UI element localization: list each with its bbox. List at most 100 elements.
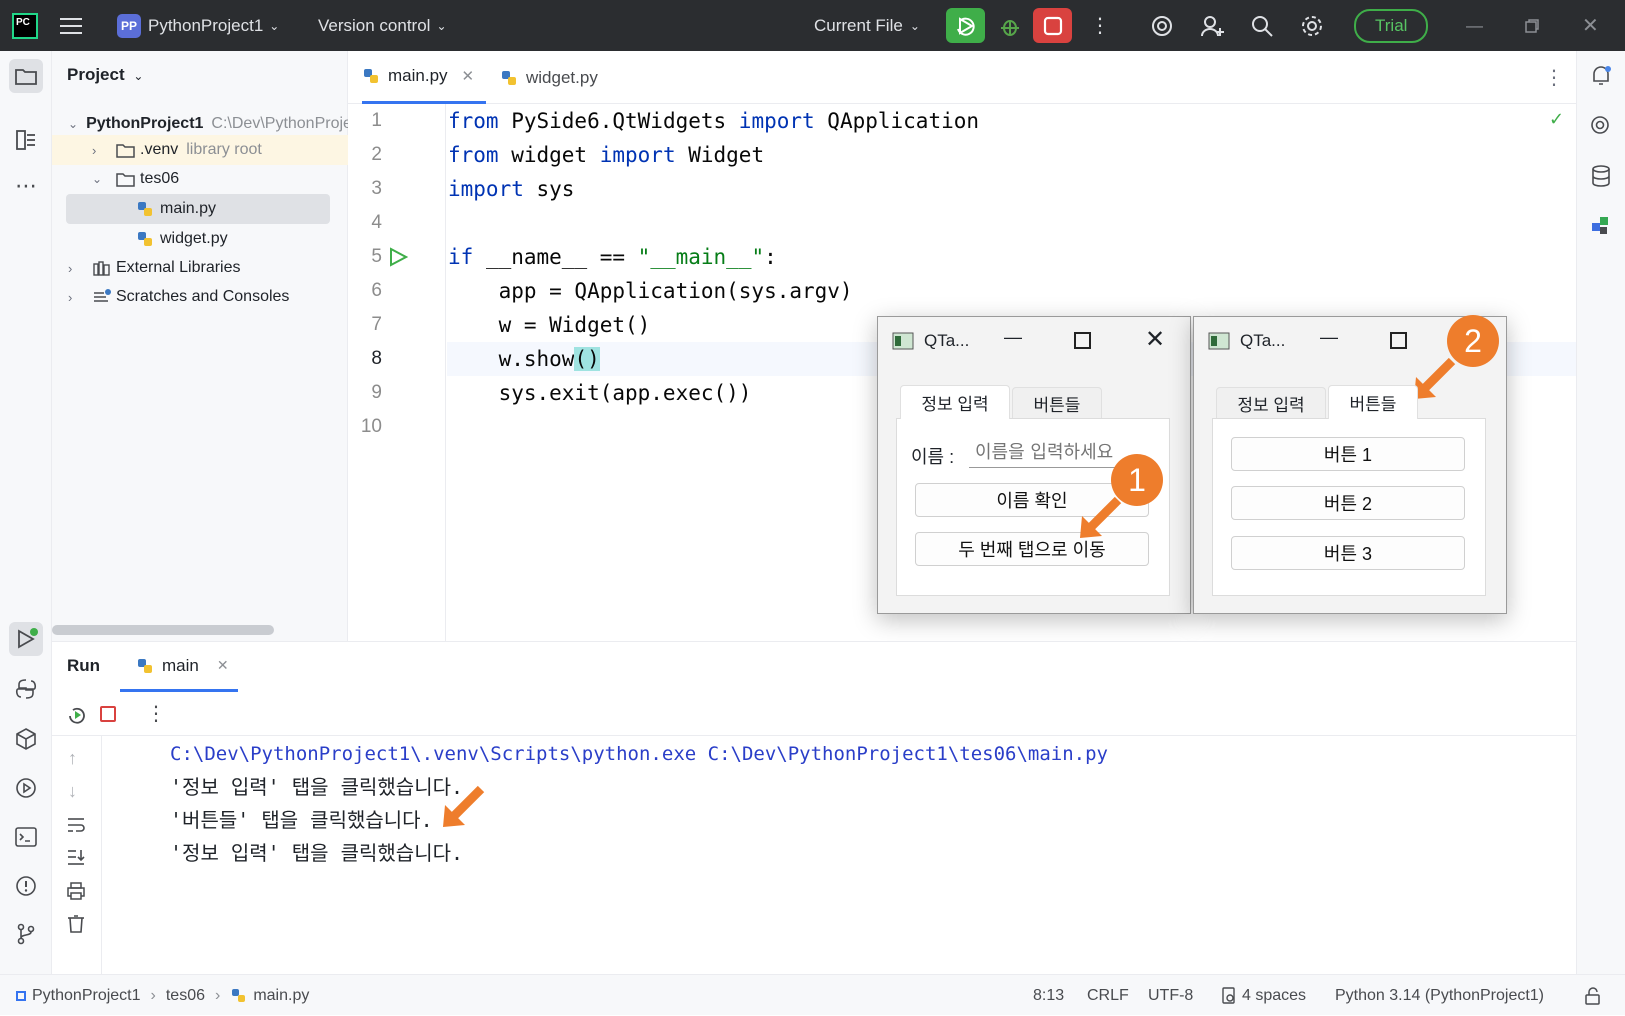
- rerun-button[interactable]: [946, 8, 985, 43]
- python-packages-icon[interactable]: [9, 722, 43, 756]
- tab-info-input[interactable]: 정보 입력: [1216, 387, 1326, 419]
- tree-item-tes06[interactable]: ⌄ tes06: [52, 164, 348, 194]
- tab-info-input[interactable]: 정보 입력: [900, 385, 1010, 419]
- restore-icon[interactable]: [1524, 0, 1540, 51]
- annotation-arrow-icon: [443, 785, 485, 827]
- tab-options-icon[interactable]: ⋮: [1544, 51, 1564, 104]
- tree-item-scratches[interactable]: › Scratches and Consoles: [52, 282, 348, 312]
- close-icon[interactable]: ✕: [217, 657, 229, 674]
- button-3[interactable]: 버튼 3: [1231, 536, 1465, 570]
- structure-tool-icon[interactable]: [9, 123, 43, 157]
- search-icon[interactable]: [1250, 0, 1274, 51]
- python-file-icon: [232, 988, 246, 1002]
- caret-position[interactable]: 8:13: [1033, 975, 1064, 1016]
- services-icon[interactable]: [9, 771, 43, 805]
- pycharm-logo: PC: [12, 0, 38, 51]
- run-config-selector[interactable]: Current File ⌄: [814, 0, 920, 51]
- problems-icon[interactable]: [9, 869, 43, 903]
- arrow-up-icon[interactable]: ↑: [68, 748, 77, 769]
- project-tool-icon[interactable]: [9, 59, 43, 93]
- stop-button[interactable]: [1033, 8, 1072, 43]
- soft-wrap-icon[interactable]: [66, 816, 86, 839]
- button-label: 버튼 1: [1323, 445, 1373, 465]
- button-label: 이름 확인: [996, 491, 1068, 511]
- notifications-icon[interactable]: [1584, 59, 1618, 93]
- more-options-icon[interactable]: ⋮: [146, 701, 166, 726]
- tab-label: widget.py: [526, 67, 598, 87]
- ai-chat-icon[interactable]: [1584, 109, 1618, 143]
- tab-widget-py[interactable]: widget.py: [500, 51, 598, 104]
- more-tools-icon[interactable]: ⋯: [9, 169, 43, 203]
- minimize-icon[interactable]: —: [1466, 0, 1483, 51]
- git-icon[interactable]: [9, 917, 43, 951]
- main-menu-icon[interactable]: [60, 0, 84, 51]
- editor-tabs: main.py ✕ widget.py ⋮: [348, 51, 1576, 104]
- stop-icon[interactable]: [100, 706, 116, 722]
- maximize-icon[interactable]: [1390, 332, 1407, 349]
- run-tab-main[interactable]: main ✕: [120, 642, 238, 692]
- database-icon[interactable]: [1584, 159, 1618, 193]
- project-switcher[interactable]: PP PythonProject1 ⌄: [117, 0, 279, 51]
- chevron-right-icon: ›: [68, 289, 73, 305]
- project-panel-header[interactable]: Project ⌄: [67, 65, 143, 85]
- rerun-icon[interactable]: [66, 704, 88, 731]
- maximize-icon[interactable]: [1074, 332, 1091, 349]
- tab-buttons[interactable]: 버튼들: [1328, 385, 1418, 419]
- trial-button[interactable]: Trial: [1354, 0, 1429, 51]
- gear-icon[interactable]: [1300, 0, 1324, 51]
- tree-item-label: main.py: [160, 200, 217, 217]
- trash-icon[interactable]: [66, 914, 86, 939]
- project-panel-title: Project: [67, 65, 125, 84]
- qt-tab-pane: 이름 : 이름 확인 두 번째 탭으로 이동: [896, 418, 1170, 596]
- python-console-icon[interactable]: [9, 672, 43, 706]
- tree-item-label: tes06: [140, 170, 180, 187]
- indent-setting[interactable]: 4 spaces: [1220, 975, 1306, 1016]
- tab-main-py[interactable]: main.py ✕: [362, 51, 487, 104]
- arrow-down-icon[interactable]: ↓: [68, 781, 77, 802]
- breadcrumb-item[interactable]: PythonProject1: [32, 987, 141, 1005]
- tree-item-widget-py[interactable]: widget.py: [52, 224, 348, 254]
- folder-icon: [116, 144, 135, 158]
- close-icon[interactable]: ✕: [1145, 325, 1165, 354]
- scroll-to-end-icon[interactable]: [66, 848, 86, 871]
- line-separator[interactable]: CRLF: [1087, 975, 1129, 1016]
- code-line-6: app = QApplication(sys.argv): [448, 279, 853, 303]
- close-icon[interactable]: ✕: [462, 67, 475, 85]
- plugin-icon[interactable]: [1584, 209, 1618, 243]
- tree-item-external-libraries[interactable]: › External Libraries: [52, 253, 348, 283]
- tree-item-main-py[interactable]: main.py: [66, 194, 330, 224]
- chevron-down-icon: ⌄: [436, 18, 447, 33]
- add-user-icon[interactable]: [1200, 0, 1226, 51]
- module-icon: [16, 990, 26, 1001]
- tab-label: 정보 입력: [1237, 396, 1305, 415]
- bug-icon: [1000, 19, 1019, 36]
- console-line: '정보 입력' 탭을 클릭했습니다.: [170, 841, 464, 865]
- tab-buttons[interactable]: 버튼들: [1012, 387, 1102, 419]
- file-encoding[interactable]: UTF-8: [1148, 975, 1193, 1016]
- close-icon[interactable]: ✕: [1582, 0, 1599, 51]
- project-badge: PP: [117, 13, 141, 38]
- debug-button[interactable]: [990, 8, 1029, 43]
- indent-label: 4 spaces: [1242, 986, 1307, 1004]
- breadcrumb-item[interactable]: main.py: [253, 987, 309, 1005]
- button-1[interactable]: 버튼 1: [1231, 437, 1465, 471]
- horizontal-scrollbar[interactable]: [52, 625, 274, 635]
- python-interpreter[interactable]: Python 3.14 (PythonProject1): [1335, 975, 1544, 1016]
- more-actions-icon[interactable]: ⋮: [1090, 0, 1110, 51]
- minimize-icon[interactable]: —: [1004, 327, 1022, 348]
- terminal-icon[interactable]: [9, 820, 43, 854]
- minimize-icon[interactable]: —: [1320, 327, 1338, 348]
- button-2[interactable]: 버튼 2: [1231, 486, 1465, 520]
- run-panel-title: Run: [67, 656, 101, 675]
- print-icon[interactable]: [66, 882, 86, 905]
- name-label: 이름 :: [911, 447, 955, 467]
- tab-label: 버튼들: [1033, 396, 1081, 415]
- lock-icon[interactable]: [1584, 975, 1602, 1016]
- breadcrumb-item[interactable]: tes06: [166, 987, 205, 1005]
- python-file-icon: [364, 69, 378, 83]
- ai-assistant-icon[interactable]: [1150, 0, 1174, 51]
- annotation-arrow-icon: [1414, 357, 1456, 399]
- version-control-menu[interactable]: Version control ⌄: [318, 0, 447, 51]
- run-tool-icon[interactable]: [9, 622, 43, 656]
- tree-item-venv[interactable]: › .venv library root: [52, 135, 348, 165]
